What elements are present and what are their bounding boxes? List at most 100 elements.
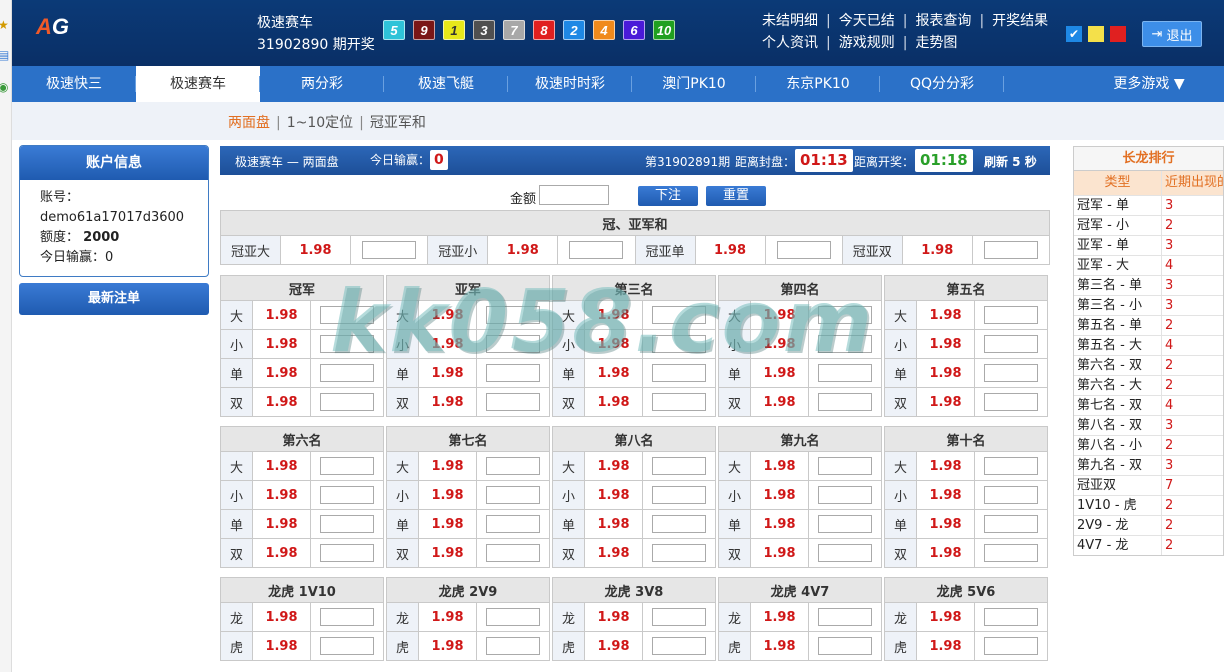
odds-value[interactable]: 1.98: [916, 387, 975, 417]
ag-logo[interactable]: AG: [36, 14, 80, 42]
odds-value[interactable]: 1.98: [901, 235, 973, 265]
nav-tab[interactable]: 东京PK10: [756, 66, 880, 102]
odds-value[interactable]: 1.98: [252, 387, 311, 417]
bet-amount-input[interactable]: [320, 393, 374, 411]
bet-amount-input[interactable]: [486, 515, 540, 533]
bet-amount-input[interactable]: [320, 486, 374, 504]
bet-amount-input[interactable]: [984, 393, 1038, 411]
odds-value[interactable]: 1.98: [584, 480, 643, 510]
odds-value[interactable]: 1.98: [584, 631, 643, 661]
bet-amount-input[interactable]: [984, 515, 1038, 533]
bet-amount-input[interactable]: [652, 335, 706, 353]
odds-value[interactable]: 1.98: [750, 358, 809, 388]
odds-value[interactable]: 1.98: [418, 387, 477, 417]
odds-value[interactable]: 1.98: [750, 387, 809, 417]
bet-amount-input[interactable]: [984, 486, 1038, 504]
sub-nav-link[interactable]: 冠亚军和: [370, 115, 426, 131]
bet-amount-input[interactable]: [818, 393, 872, 411]
submit-bet-button[interactable]: 下注: [638, 186, 698, 206]
odds-value[interactable]: 1.98: [418, 509, 477, 539]
bet-amount-input[interactable]: [984, 306, 1038, 324]
odds-value[interactable]: 1.98: [750, 509, 809, 539]
bet-amount-input[interactable]: [652, 457, 706, 475]
odds-value[interactable]: 1.98: [280, 235, 351, 265]
bet-amount-input[interactable]: [652, 637, 706, 655]
bet-amount-input[interactable]: [486, 486, 540, 504]
odds-value[interactable]: 1.98: [916, 300, 975, 330]
amount-input[interactable]: [539, 185, 609, 205]
bet-amount-input[interactable]: [486, 393, 540, 411]
nav-tab[interactable]: 极速快三: [12, 66, 136, 102]
bet-amount-input[interactable]: [486, 608, 540, 626]
odds-value[interactable]: 1.98: [252, 329, 311, 359]
odds-value[interactable]: 1.98: [252, 300, 311, 330]
odds-value[interactable]: 1.98: [750, 300, 809, 330]
top-link[interactable]: 今天已结: [839, 13, 895, 29]
bet-amount-input[interactable]: [776, 241, 831, 259]
odds-value[interactable]: 1.98: [584, 358, 643, 388]
odds-value[interactable]: 1.98: [750, 631, 809, 661]
bet-amount-input[interactable]: [818, 486, 872, 504]
bet-amount-input[interactable]: [984, 335, 1038, 353]
bet-amount-input[interactable]: [983, 241, 1038, 259]
odds-value[interactable]: 1.98: [418, 602, 477, 632]
bet-amount-input[interactable]: [984, 457, 1038, 475]
odds-value[interactable]: 1.98: [418, 329, 477, 359]
odds-value[interactable]: 1.98: [584, 387, 643, 417]
odds-value[interactable]: 1.98: [418, 480, 477, 510]
nav-tab[interactable]: QQ分分彩: [880, 66, 1004, 102]
nav-tab[interactable]: 更多游戏 ▼: [1074, 66, 1224, 102]
star-icon[interactable]: ★: [0, 18, 9, 32]
bet-amount-input[interactable]: [984, 608, 1038, 626]
odds-value[interactable]: 1.98: [916, 358, 975, 388]
odds-value[interactable]: 1.98: [916, 538, 975, 568]
odds-value[interactable]: 1.98: [916, 509, 975, 539]
odds-value[interactable]: 1.98: [252, 509, 311, 539]
odds-value[interactable]: 1.98: [916, 602, 975, 632]
top-link[interactable]: 个人资讯: [762, 35, 818, 51]
bet-amount-input[interactable]: [486, 637, 540, 655]
odds-value[interactable]: 1.98: [252, 358, 311, 388]
odds-value[interactable]: 1.98: [750, 602, 809, 632]
top-link[interactable]: 未结明细: [762, 13, 818, 29]
bet-amount-input[interactable]: [652, 608, 706, 626]
top-link[interactable]: 走势图: [915, 35, 957, 51]
bet-amount-input[interactable]: [818, 364, 872, 382]
odds-value[interactable]: 1.98: [252, 480, 311, 510]
odds-value[interactable]: 1.98: [694, 235, 766, 265]
bet-amount-input[interactable]: [652, 364, 706, 382]
bet-amount-input[interactable]: [652, 306, 706, 324]
top-link[interactable]: 游戏规则: [839, 35, 895, 51]
odds-value[interactable]: 1.98: [584, 538, 643, 568]
reset-button[interactable]: 重置: [706, 186, 766, 206]
bet-amount-input[interactable]: [320, 515, 374, 533]
bet-amount-input[interactable]: [984, 544, 1038, 562]
bet-amount-input[interactable]: [320, 306, 374, 324]
odds-value[interactable]: 1.98: [418, 300, 477, 330]
bet-amount-input[interactable]: [362, 241, 417, 259]
theme-blue-checkbox[interactable]: ✔: [1066, 26, 1082, 42]
odds-value[interactable]: 1.98: [418, 631, 477, 661]
bet-amount-input[interactable]: [486, 364, 540, 382]
bet-amount-input[interactable]: [320, 637, 374, 655]
bet-amount-input[interactable]: [320, 457, 374, 475]
top-link[interactable]: 开奖结果: [992, 13, 1048, 29]
odds-value[interactable]: 1.98: [916, 480, 975, 510]
bet-amount-input[interactable]: [486, 306, 540, 324]
odds-value[interactable]: 1.98: [584, 329, 643, 359]
bet-amount-input[interactable]: [818, 457, 872, 475]
bet-amount-input[interactable]: [984, 637, 1038, 655]
sub-nav-link[interactable]: 1~10定位: [287, 115, 353, 131]
odds-value[interactable]: 1.98: [916, 451, 975, 481]
bet-amount-input[interactable]: [652, 515, 706, 533]
sub-nav-link[interactable]: 两面盘: [228, 115, 270, 131]
odds-value[interactable]: 1.98: [252, 538, 311, 568]
bet-amount-input[interactable]: [652, 486, 706, 504]
odds-value[interactable]: 1.98: [252, 631, 311, 661]
odds-value[interactable]: 1.98: [252, 602, 311, 632]
bet-amount-input[interactable]: [652, 393, 706, 411]
odds-value[interactable]: 1.98: [750, 480, 809, 510]
top-link[interactable]: 报表查询: [915, 13, 971, 29]
odds-value[interactable]: 1.98: [418, 358, 477, 388]
odds-value[interactable]: 1.98: [252, 451, 311, 481]
